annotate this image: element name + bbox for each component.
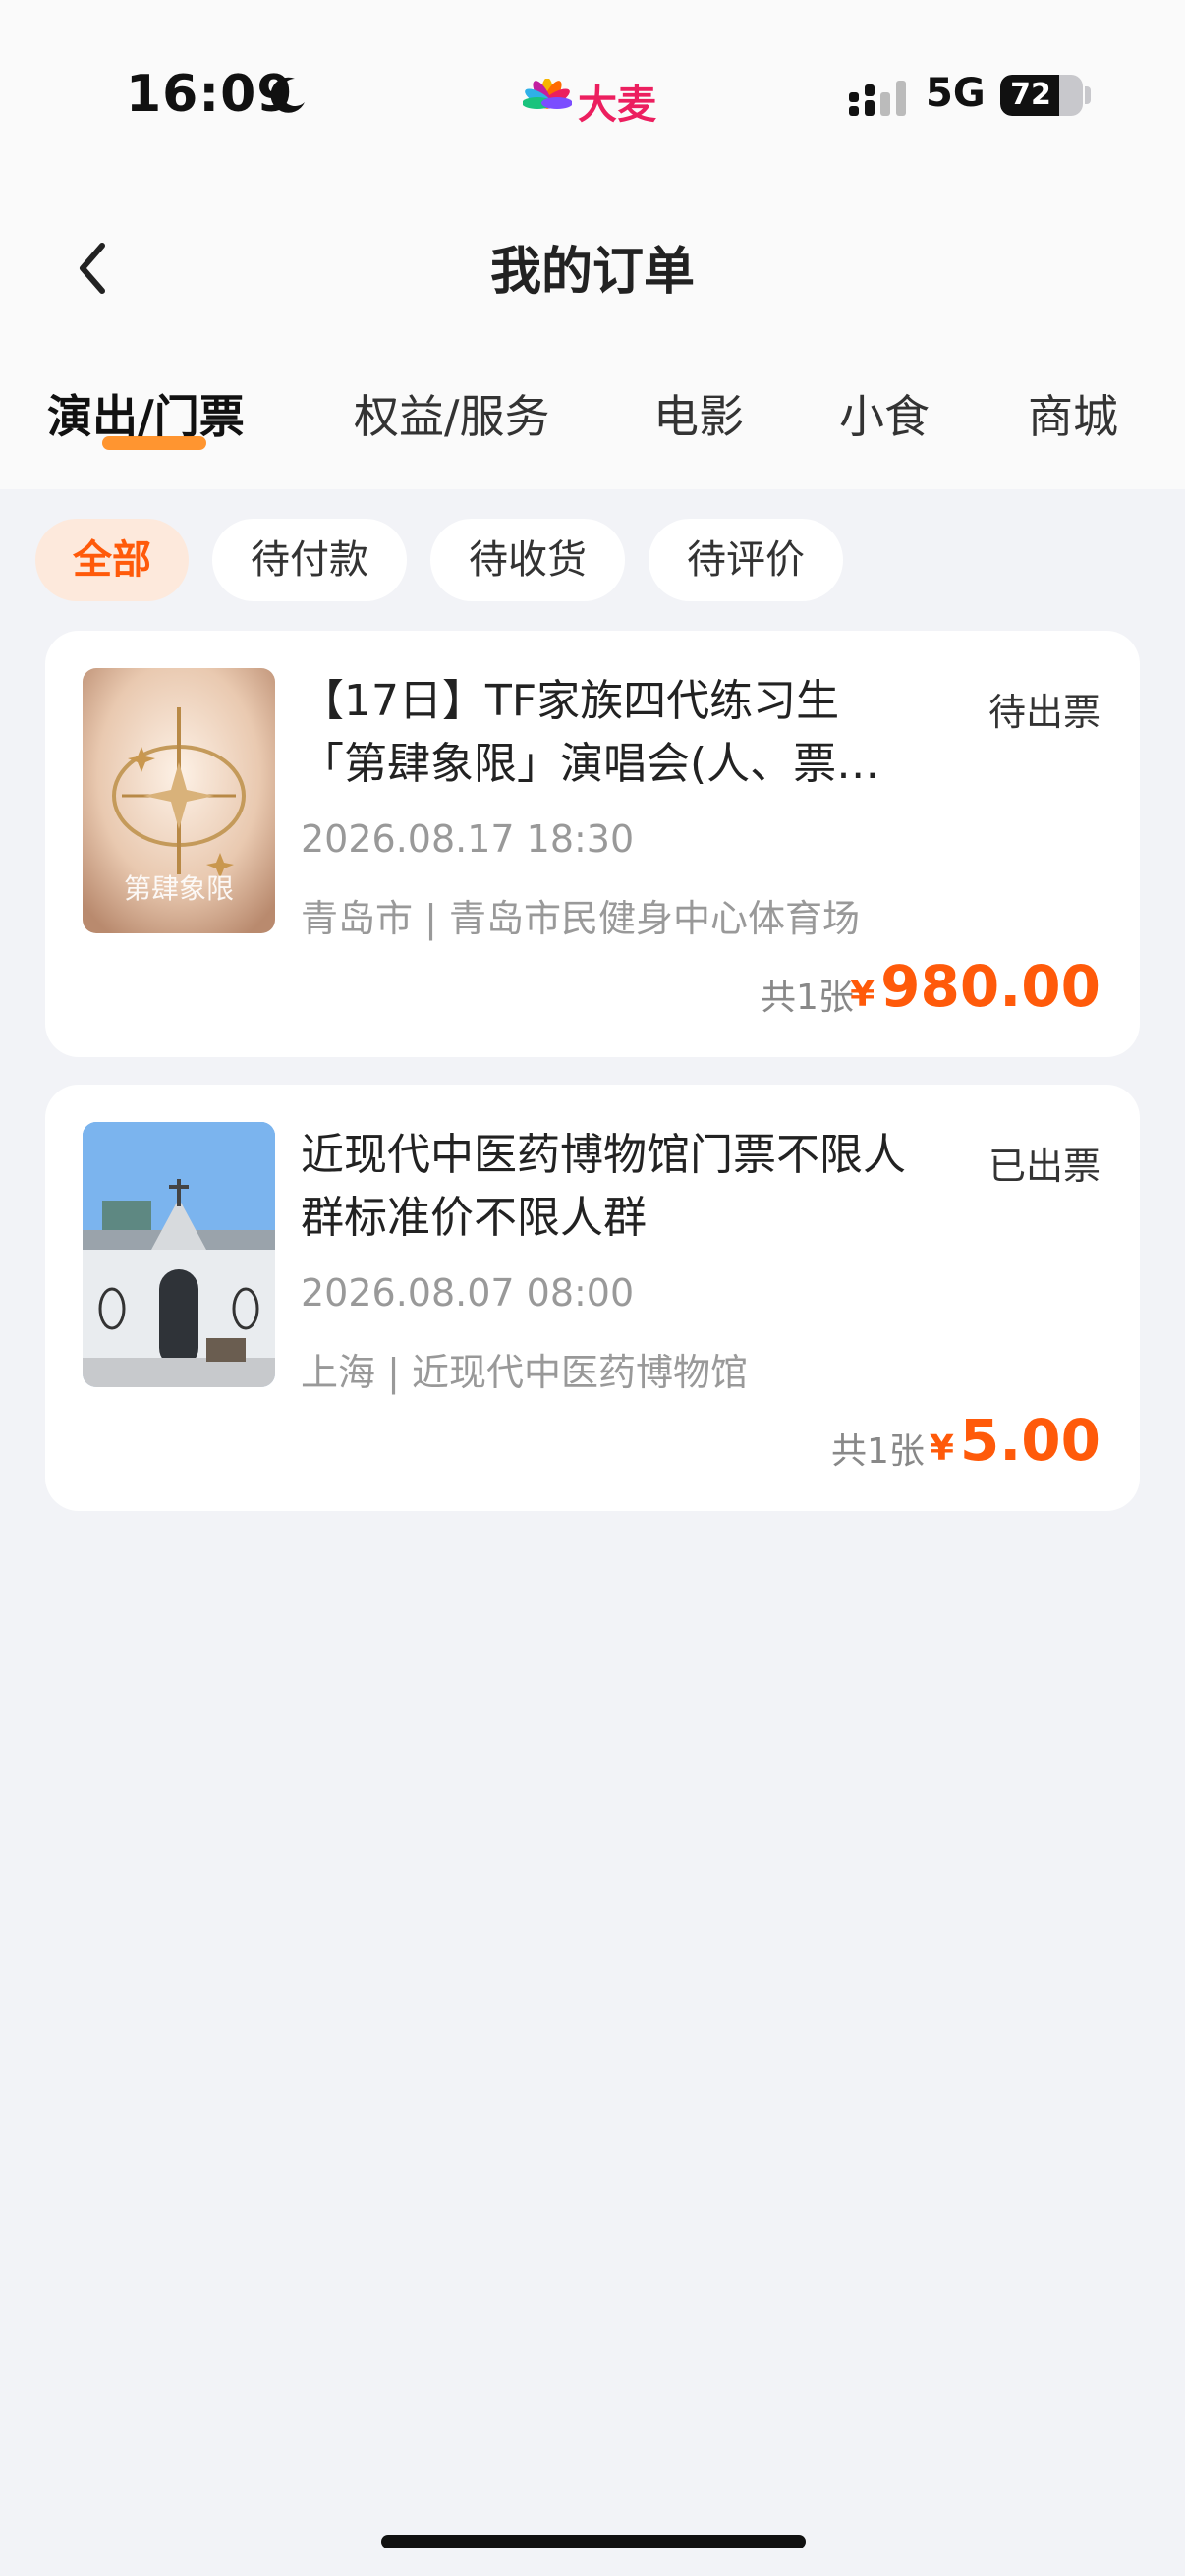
battery-icon: 72: [1000, 75, 1083, 116]
tab-mall[interactable]: 商城: [1028, 381, 1118, 446]
status-bar: 16:09 大麦 5G 72: [0, 0, 1185, 196]
battery-tip: [1085, 86, 1091, 104]
order-card[interactable]: 近现代中医药博物馆门票不限人 群标准价不限人群 已出票 2026.08.07 0…: [45, 1085, 1140, 1511]
moon-icon: [270, 77, 305, 113]
filter-pending-review[interactable]: 待评价: [649, 519, 843, 601]
active-tab-indicator: [102, 436, 206, 450]
network-type: 5G: [926, 71, 986, 116]
tab-benefits[interactable]: 权益/服务: [354, 381, 550, 446]
poster-title: 第肆象限: [124, 872, 234, 905]
order-title: 【17日】TF家族四代练习生 「第肆象限」演唱会(人、票…: [301, 670, 969, 796]
brand-name: 大麦: [578, 83, 656, 128]
brand-flower-icon: [523, 79, 572, 109]
filter-all[interactable]: 全部: [35, 519, 189, 601]
battery-level: 72: [1010, 78, 1051, 112]
order-title-line1: 【17日】TF家族四代练习生: [301, 676, 840, 726]
price-amount: 5.00: [959, 1407, 1100, 1474]
brand-logo: 大麦: [523, 73, 656, 130]
tab-snacks[interactable]: 小食: [839, 381, 930, 446]
order-status: 已出票: [988, 1145, 1100, 1188]
poster-artwork: 第肆象限: [83, 668, 275, 933]
tab-movie[interactable]: 电影: [653, 381, 744, 446]
order-venue: 上海 | 近现代中医药博物馆: [301, 1351, 748, 1394]
concert-poster-image[interactable]: 第肆象限: [83, 668, 275, 933]
currency-symbol: ¥: [929, 1428, 954, 1469]
museum-photo-image[interactable]: [83, 1122, 275, 1387]
order-title: 近现代中医药博物馆门票不限人 群标准价不限人群: [301, 1124, 969, 1250]
order-datetime: 2026.08.17 18:30: [301, 817, 635, 861]
order-price: ¥5.00: [930, 1407, 1100, 1474]
filter-pending-receipt[interactable]: 待收货: [430, 519, 625, 601]
page-title: 我的订单: [489, 243, 695, 302]
order-title-line2: 「第肆象限」演唱会(人、票…: [301, 739, 880, 789]
order-status: 待出票: [988, 691, 1100, 734]
order-card[interactable]: 第肆象限 【17日】TF家族四代练习生 「第肆象限」演唱会(人、票… 待出票 2…: [45, 631, 1140, 1057]
order-title-line2: 群标准价不限人群: [301, 1193, 647, 1243]
currency-symbol: ¥: [850, 975, 875, 1015]
order-title-line1: 近现代中医药博物馆门票不限人: [301, 1130, 906, 1180]
museum-artwork: [83, 1122, 275, 1387]
filter-pending-payment[interactable]: 待付款: [212, 519, 407, 601]
order-price: ¥980.00: [850, 953, 1100, 1020]
ticket-count: 共1张: [831, 1431, 925, 1472]
home-indicator[interactable]: [381, 2535, 806, 2548]
order-venue: 青岛市 | 青岛市民健身中心体育场: [301, 897, 860, 940]
signal-icon: [849, 81, 906, 116]
price-amount: 980.00: [880, 953, 1100, 1020]
ticket-count: 共1张: [761, 978, 854, 1018]
order-datetime: 2026.08.07 08:00: [301, 1271, 635, 1315]
screen: 16:09 大麦 5G 72 我的订单 演出/门票 权益/服务 电影 小食 商城…: [0, 0, 1185, 2576]
